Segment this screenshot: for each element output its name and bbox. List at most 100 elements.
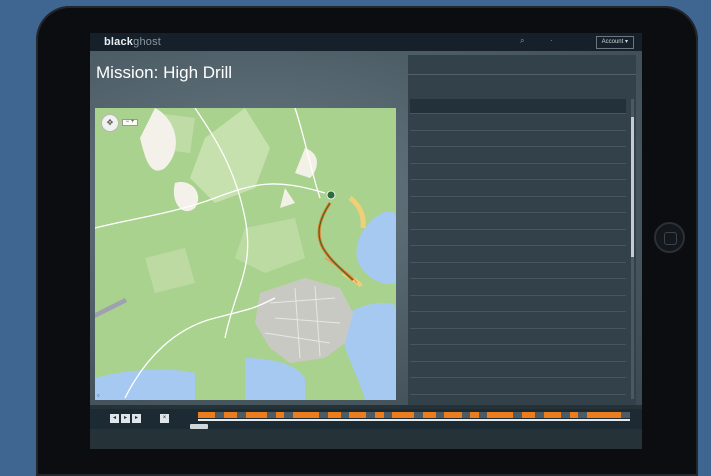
table-row[interactable] [410,212,626,230]
timeline-segment[interactable] [522,412,535,418]
table-row[interactable] [410,295,626,312]
column-header[interactable] [516,99,552,114]
table-cell [480,130,516,147]
timeline-segment[interactable] [392,412,414,418]
table-cell [410,163,480,180]
column-header[interactable] [480,99,516,114]
table-cell [480,311,516,329]
step-forward-icon[interactable]: ▸ [132,414,141,423]
table-cell [410,245,480,263]
table-row[interactable] [410,130,626,147]
step-back-icon[interactable]: ◂ [110,414,119,423]
map-zoom-control[interactable]: − + [122,119,138,126]
table-row[interactable] [410,344,626,362]
table-row[interactable] [410,361,626,378]
speed-button[interactable]: × [160,414,169,423]
app-logo[interactable]: blackghost [104,36,161,48]
table-cell [552,113,589,131]
table-cell [516,212,552,230]
column-header[interactable] [410,99,480,114]
table-cell [516,344,552,362]
timeline-segment[interactable] [444,412,462,418]
account-menu[interactable]: Account ▾ [595,36,634,49]
table-cell [516,377,552,395]
table-cell [589,179,626,197]
table-cell [552,328,589,345]
table-cell [516,163,552,180]
column-header[interactable] [552,99,589,114]
table-cell [589,344,626,362]
table-cell [589,163,626,180]
table-row[interactable] [410,394,626,405]
notification-icon[interactable]: · [550,37,558,45]
timeline-knob[interactable] [190,424,208,429]
table-cell [480,361,516,378]
table-row[interactable] [410,179,626,197]
table-cell [589,196,626,213]
map-nav-control[interactable]: ✥ [101,114,119,132]
table-row[interactable] [410,328,626,345]
table-cell [410,179,480,197]
table-row[interactable] [410,146,626,164]
table-cell [516,262,552,279]
timeline-segment[interactable] [293,412,319,418]
timeline-segment[interactable] [223,412,237,418]
table-cell [589,229,626,246]
table-row[interactable] [410,377,626,395]
panel-scrollbar[interactable] [631,99,634,399]
account-label: Account [601,39,624,45]
table-cell [589,245,626,263]
search-icon[interactable]: ⌕ [520,37,528,45]
timeline-segment[interactable] [569,412,579,418]
timeline-segment[interactable] [375,412,384,418]
table-cell [516,361,552,378]
table-cell [589,377,626,395]
table-cell [410,229,480,246]
table-row[interactable] [410,245,626,263]
timeline-segment[interactable] [198,412,216,418]
timeline-segment[interactable] [470,412,479,418]
table-row[interactable] [410,196,626,213]
table-cell [480,394,516,405]
timeline-segment[interactable] [349,412,367,418]
table-cell [516,146,552,164]
table-cell [552,212,589,230]
table-row[interactable] [410,229,626,246]
table-cell [589,278,626,296]
timeline-track[interactable] [198,412,630,418]
timeline-segment[interactable] [422,412,436,418]
table-cell [410,344,480,362]
column-header[interactable] [589,99,626,114]
table-cell [410,328,480,345]
scrollbar-thumb[interactable] [631,117,634,257]
home-button[interactable] [654,222,685,253]
table-cell [480,377,516,395]
table-cell [552,179,589,197]
table-cell [516,311,552,329]
table-cell [480,245,516,263]
table-row[interactable] [410,262,626,279]
timeline-segment[interactable] [275,412,285,418]
table-cell [552,163,589,180]
table-cell [552,377,589,395]
map-attribution: © [97,393,100,398]
table-cell [410,361,480,378]
timeline-segment[interactable] [327,412,341,418]
timeline-segment[interactable] [543,412,561,418]
panel-tabs [414,59,444,65]
timeline-segment[interactable] [245,412,268,418]
table-row[interactable] [410,311,626,329]
play-icon[interactable]: ▸ [121,414,130,423]
logo-text-b: ghost [133,36,162,48]
table-cell [589,361,626,378]
table-header-row [410,99,626,114]
table-cell [516,113,552,131]
table-row[interactable] [410,113,626,131]
table-row[interactable] [410,163,626,180]
table-cell [410,377,480,395]
table-cell [480,179,516,197]
table-row[interactable] [410,278,626,296]
timeline-segment[interactable] [487,412,514,418]
map-view[interactable]: ✥ − + © [95,108,396,400]
timeline-segment[interactable] [586,412,622,418]
